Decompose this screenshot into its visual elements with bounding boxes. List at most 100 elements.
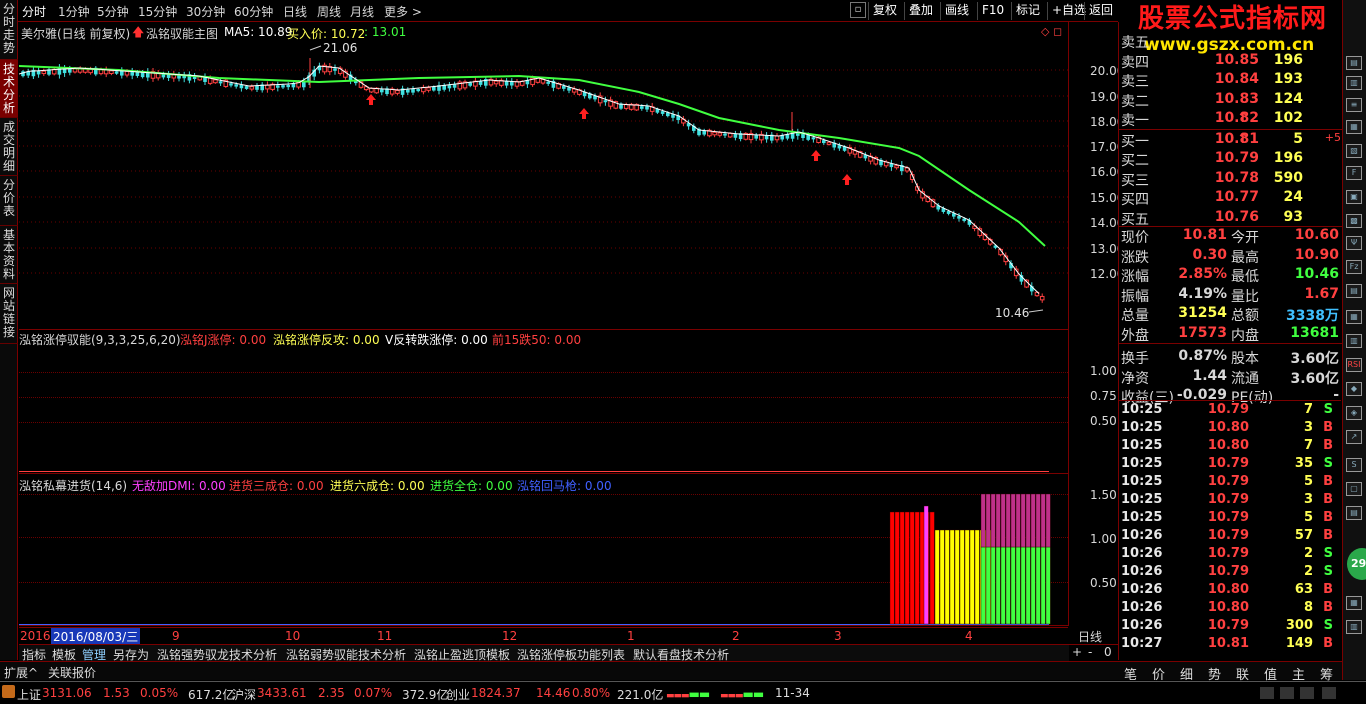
buy-arrow-icon — [811, 150, 821, 161]
buy-level-row[interactable]: 买一 10.81 ↑ 5 +5 — [1121, 131, 1341, 150]
bar-full — [1045, 546, 1051, 625]
order-book: 卖五 卖四 10.85 196 卖三 10.84 193 卖二 10.83 124 卖一 10.82 ↑… — [1118, 32, 1342, 412]
chart-icon[interactable]: ▥ — [1346, 334, 1362, 348]
buy-level-row[interactable]: 买四 10.77 24 — [1121, 189, 1341, 208]
period-tab-5min[interactable]: 5分钟 — [97, 3, 129, 20]
chart-icon[interactable]: ▦ — [1346, 310, 1362, 324]
buy-level-row[interactable]: 买五 10.76 93 — [1121, 209, 1341, 228]
chart-icon[interactable]: ▢ — [1346, 482, 1362, 496]
left-tab-fundamentals[interactable]: 基本资料 — [0, 226, 18, 284]
hs-label[interactable]: 沪深 — [232, 686, 256, 703]
news-icon[interactable]: ▣ — [1346, 190, 1362, 204]
summary-row: 净资 1.44 流通 3.60亿 — [1121, 368, 1341, 387]
period-tab-weekly[interactable]: 周线 — [317, 3, 341, 20]
left-tab-links[interactable]: 网站链接 — [0, 284, 18, 344]
left-tab-intraday[interactable]: 分时走势 — [0, 0, 18, 60]
x-cursor-date: 2016/08/03/三 — [51, 628, 141, 645]
sell-level-volume: 102 — [1273, 110, 1303, 126]
summary-value: 3338万 — [1286, 308, 1339, 324]
status-icon[interactable] — [1322, 687, 1336, 699]
mark-button[interactable]: 标记 — [1011, 2, 1044, 20]
grid-icon[interactable]: ▧ — [1346, 144, 1362, 158]
circle-badge-icon[interactable]: 29 — [1347, 548, 1366, 580]
index-icon[interactable] — [2, 685, 15, 698]
x-label-month: 9 — [172, 629, 180, 643]
summary-label: 外盘 — [1121, 327, 1149, 344]
list-icon[interactable]: ▦ — [1346, 120, 1362, 134]
fuquan-button[interactable]: 复权 — [868, 2, 901, 20]
list-icon[interactable]: ≡ — [1346, 98, 1362, 112]
period-tab-15min[interactable]: 15分钟 — [138, 3, 177, 20]
sell-level-row[interactable]: 卖三 10.84 193 — [1121, 71, 1341, 90]
period-tab-30min[interactable]: 30分钟 — [186, 3, 225, 20]
period-tab-60min[interactable]: 60分钟 — [234, 3, 273, 20]
tick-price: 10.79 — [1207, 618, 1249, 633]
left-tab-price-dist[interactable]: 分价表 — [0, 176, 18, 226]
chart-icon[interactable]: ▤ — [1346, 284, 1362, 298]
grid-icon[interactable]: ▩ — [1346, 214, 1362, 228]
diamond-icon[interactable]: ◈ — [1346, 406, 1362, 420]
f10-icon[interactable]: F — [1346, 166, 1362, 180]
expand-button[interactable]: 扩展^ — [4, 664, 38, 681]
sell-level-row[interactable]: 卖四 10.85 196 — [1121, 52, 1341, 71]
chart-icon[interactable]: ↗ — [1346, 430, 1362, 444]
left-tab-trades[interactable]: 成交明细 — [0, 118, 18, 176]
status-icon[interactable] — [1300, 687, 1314, 699]
f10-button[interactable]: F10 — [977, 2, 1008, 20]
tick-time: 10:25 — [1121, 402, 1163, 417]
zoom-out-button[interactable]: - — [1088, 645, 1092, 659]
chart-icon[interactable]: ▥ — [1346, 76, 1362, 90]
sell-level-label: 卖四 — [1121, 54, 1149, 71]
bar-60pct — [964, 529, 970, 625]
buy-level-row[interactable]: 买三 10.78 590 — [1121, 170, 1341, 189]
sell-level-row[interactable]: 卖一 10.82 ↑ 102 — [1121, 110, 1341, 129]
period-tab-more[interactable]: 更多 > — [384, 3, 422, 20]
bar-dmi — [1040, 493, 1046, 548]
summary-row: 现价 10.81 今开 10.60 — [1121, 227, 1341, 246]
chart-icon[interactable]: ▦ — [1346, 596, 1362, 610]
tick-time: 10:25 — [1121, 420, 1163, 435]
tick-time: 10:25 — [1121, 456, 1163, 471]
chart-icon[interactable]: S — [1346, 458, 1362, 472]
sell-level-row[interactable]: 卖五 — [1121, 32, 1341, 51]
zoom-reset-button[interactable]: 0 — [1104, 645, 1112, 659]
overlay-button[interactable]: 叠加 — [904, 2, 937, 20]
related-quotes-button[interactable]: 关联报价 — [48, 664, 96, 681]
summary-label: 流通 — [1231, 370, 1259, 387]
period-tab-daily[interactable]: 日线 — [283, 3, 307, 20]
summary-value: 3.60亿 — [1290, 351, 1339, 367]
period-tab-fenshi[interactable]: 分时 — [22, 3, 46, 20]
chart-icon[interactable]: ▤ — [1346, 506, 1362, 520]
rsi-icon[interactable]: RSI — [1346, 358, 1362, 372]
left-tab-technical[interactable]: 技术分析 — [0, 60, 18, 118]
candle-body — [546, 81, 550, 84]
window-restore-icon[interactable]: ▫ — [850, 2, 866, 18]
status-icon[interactable] — [1280, 687, 1294, 699]
candle-body — [447, 85, 452, 89]
sh-amount: 617.2亿 — [188, 688, 235, 702]
chart-icon[interactable]: Ψ — [1346, 236, 1362, 250]
chart-icon[interactable]: ▤ — [1346, 56, 1362, 70]
back-button[interactable]: 返回 — [1084, 2, 1117, 20]
period-tab-1min[interactable]: 1分钟 — [58, 3, 90, 20]
summary-label: 最高 — [1231, 249, 1259, 266]
indicator1-panel[interactable]: 泓铭涨停驭能(9,3,3,25,6,20) 泓铭J涨停: 0.00 泓铭涨停反攻… — [19, 330, 1068, 474]
sell-level-label: 卖五 — [1121, 35, 1149, 51]
bar-dmi — [1010, 493, 1016, 548]
cy-label[interactable]: 创业 — [446, 686, 470, 703]
sell-level-row[interactable]: 卖二 10.83 124 — [1121, 91, 1341, 110]
zoom-in-button[interactable]: + — [1072, 645, 1082, 659]
sh-label[interactable]: 上证 — [17, 686, 41, 703]
bar-dmi — [985, 493, 991, 548]
tick-row: 10:25 10.79 3 B — [1121, 492, 1341, 510]
chart-icon[interactable]: ▥ — [1346, 620, 1362, 634]
bar-full — [1040, 546, 1046, 625]
tick-price: 10.79 — [1207, 456, 1249, 471]
chart-icon[interactable]: Fz — [1346, 260, 1362, 274]
period-tab-monthly[interactable]: 月线 — [350, 3, 374, 20]
bar-dmi — [1020, 493, 1026, 548]
draw-line-button[interactable]: 画线 — [940, 2, 973, 20]
diamond-icon[interactable]: ◆ — [1346, 382, 1362, 396]
buy-level-row[interactable]: 买二 10.79 196 — [1121, 150, 1341, 169]
status-icon[interactable] — [1260, 687, 1274, 699]
